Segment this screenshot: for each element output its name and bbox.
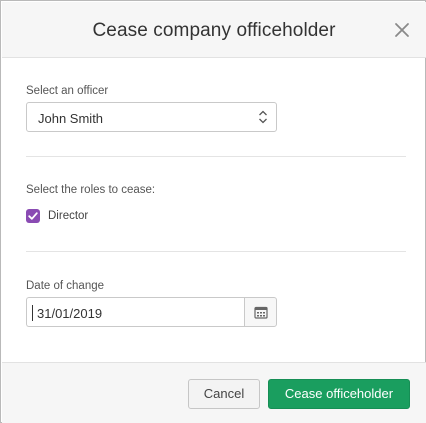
divider bbox=[26, 251, 406, 252]
dialog-footer: Cancel Cease officeholder bbox=[2, 362, 426, 423]
officer-select-value: John Smith bbox=[38, 111, 104, 126]
calendar-icon bbox=[254, 306, 268, 319]
calendar-button[interactable] bbox=[244, 297, 277, 327]
cease-officeholder-dialog: Cease company officeholder Select an off… bbox=[0, 0, 426, 423]
date-of-change-value: 31/01/2019 bbox=[31, 305, 103, 321]
officer-label: Select an officer bbox=[26, 85, 109, 97]
date-of-change-input[interactable]: 31/01/2019 bbox=[26, 297, 244, 327]
date-label: Date of change bbox=[26, 280, 105, 292]
roles-label: Select the roles to cease: bbox=[26, 184, 156, 196]
director-checkbox-label: Director bbox=[48, 210, 89, 222]
close-button[interactable] bbox=[392, 20, 412, 40]
dialog-header: Cease company officeholder bbox=[2, 2, 426, 58]
select-arrows-icon bbox=[259, 110, 267, 124]
checkmark-icon bbox=[28, 212, 38, 220]
dialog-title: Cease company officeholder bbox=[92, 20, 336, 41]
divider bbox=[26, 156, 406, 157]
cancel-button[interactable]: Cancel bbox=[188, 379, 260, 409]
officer-select[interactable]: John Smith bbox=[26, 102, 277, 132]
cease-officeholder-button[interactable]: Cease officeholder bbox=[268, 379, 410, 409]
director-checkbox[interactable] bbox=[26, 209, 40, 223]
close-icon bbox=[395, 23, 409, 37]
